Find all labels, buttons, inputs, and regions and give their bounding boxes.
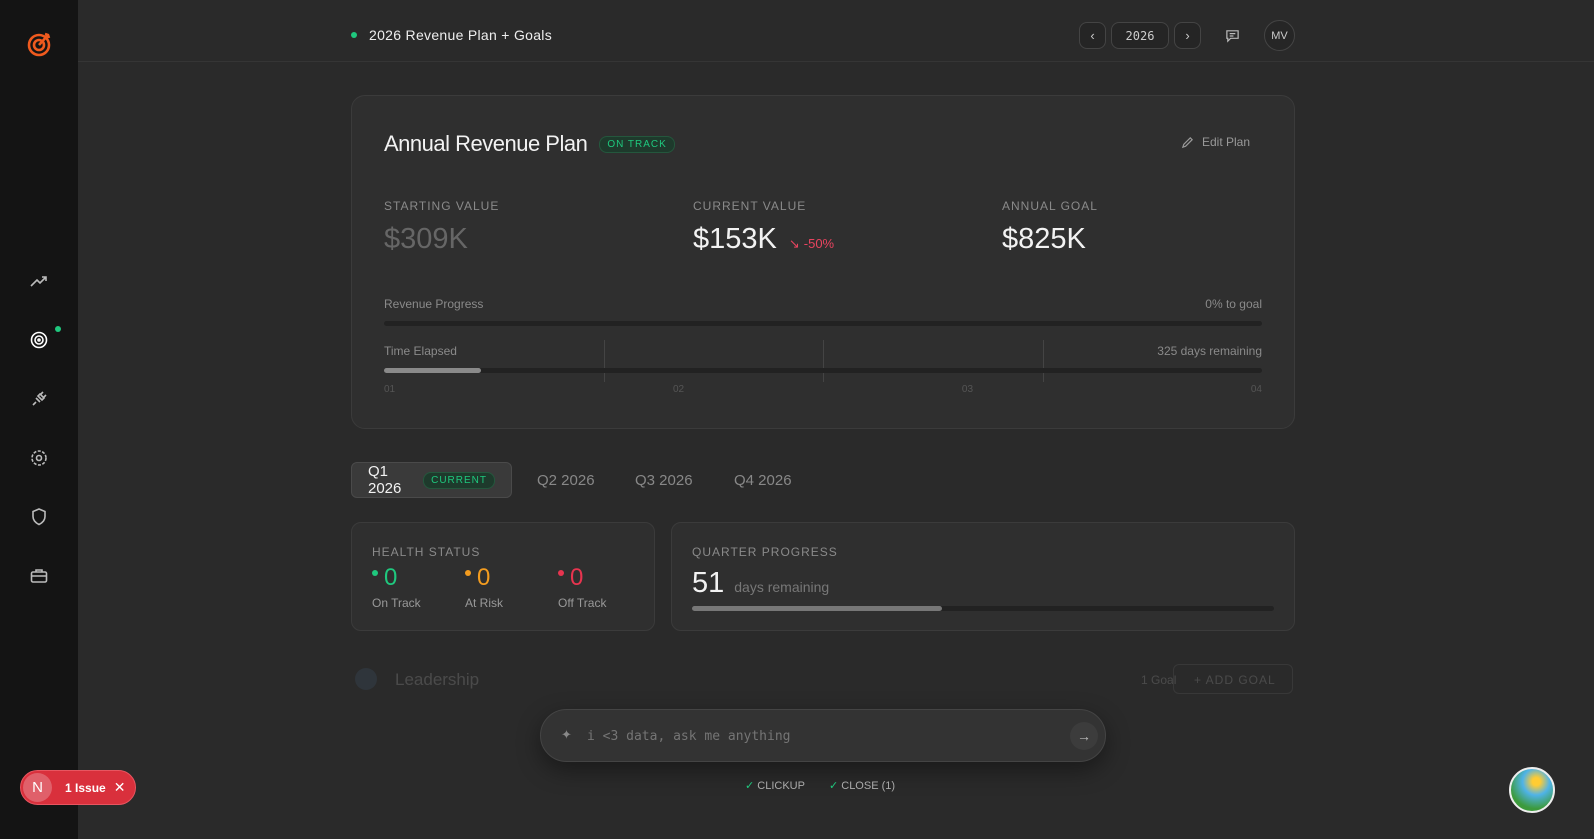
sidebar (0, 0, 78, 839)
edit-plan-label: Edit Plan (1201, 135, 1250, 149)
target-icon[interactable] (29, 330, 49, 350)
health-status-title: HEALTH STATUS (372, 545, 481, 559)
current-change: -50% (803, 236, 835, 251)
next-logo-icon: N (23, 773, 52, 802)
goal-group-leadership[interactable]: Leadership 1 Goal + ADD GOAL (351, 664, 1295, 694)
quarter-tick: 01 (384, 384, 396, 395)
time-elapsed-bar (384, 368, 1262, 373)
quarter-progress-title: QUARTER PROGRESS (692, 545, 838, 559)
tab-label: Q1 2026 (368, 463, 402, 497)
clickup-link[interactable]: ✓ CLICKUP (745, 779, 805, 792)
status-dot (351, 32, 357, 38)
quarter-tick: 03 (961, 384, 974, 395)
annual-goal-value: $825K (1002, 223, 1086, 255)
annual-goal-label: ANNUAL GOAL (1002, 199, 1098, 213)
issue-label: 1 Issue (65, 780, 106, 795)
check-icon: ✓ (828, 780, 839, 792)
chat-bar: ✦ → (540, 709, 1106, 762)
status-badge: ON TRACK (599, 135, 675, 153)
year-display[interactable]: 2026 (1111, 22, 1169, 49)
plug-icon[interactable] (29, 389, 49, 409)
annual-revenue-card: Annual Revenue Plan ON TRACK Edit Plan S… (351, 95, 1295, 429)
sparkle-icon: ✦ (561, 727, 572, 742)
check-icon: ✓ (745, 780, 755, 792)
starting-value: $309K (384, 223, 468, 255)
quarter-progress-bar (692, 606, 1274, 611)
quarter-tick: 04 (1250, 384, 1262, 395)
card-title: Annual Revenue Plan (384, 131, 588, 156)
current-value: $153K (693, 223, 777, 255)
add-goal-button[interactable]: + ADD GOAL (1173, 664, 1293, 694)
current-badge: CURRENT (423, 471, 495, 489)
active-indicator (55, 326, 61, 332)
top-header: 2026 Revenue Plan + Goals ‹ 2026 › MV (78, 0, 1594, 62)
days-remaining-text: 325 days remaining (1157, 344, 1262, 358)
quarter-tick: 02 (672, 384, 685, 395)
send-button[interactable]: → (1070, 722, 1098, 750)
avatar[interactable]: MV (1264, 20, 1295, 51)
starting-value-label: STARTING VALUE (384, 199, 500, 213)
group-count: 1 Goal (1141, 673, 1177, 687)
footer-links: ✓ CLICKUP ✓ CLOSE (1) (745, 779, 895, 792)
edit-plan-button[interactable]: Edit Plan (1181, 135, 1250, 149)
group-name: Leadership (395, 670, 480, 689)
tab-q1-2026[interactable]: Q1 2026 CURRENT (351, 462, 512, 498)
revenue-progress-bar (384, 321, 1262, 326)
current-value-label: CURRENT VALUE (693, 199, 807, 213)
trend-down-icon: ↘ (788, 236, 800, 251)
revenue-progress-label: Revenue Progress (384, 297, 484, 311)
shield-icon[interactable] (29, 507, 49, 527)
tab-q2-2026[interactable]: Q2 2026 (521, 462, 611, 498)
days-count: 51 (692, 567, 725, 599)
tab-q4-2026[interactable]: Q4 2026 (718, 462, 808, 498)
island-avatar-icon[interactable] (1509, 767, 1555, 813)
issue-badge[interactable]: N 1 Issue ✕ (20, 770, 136, 805)
time-elapsed-label: Time Elapsed (384, 344, 457, 358)
briefcase-icon[interactable] (29, 566, 49, 586)
gear-icon[interactable] (29, 448, 49, 468)
target-logo-icon[interactable] (26, 30, 54, 58)
tab-q3-2026[interactable]: Q3 2026 (619, 462, 709, 498)
health-on-track: 0 On Track (372, 564, 421, 610)
next-year-button[interactable]: › (1174, 22, 1201, 49)
health-off-track: 0 Off Track (558, 564, 607, 610)
close-icon[interactable]: ✕ (114, 779, 126, 796)
health-at-risk: 0 At Risk (465, 564, 504, 610)
prev-year-button[interactable]: ‹ (1079, 22, 1106, 49)
pencil-icon (1181, 136, 1193, 148)
trending-up-icon[interactable] (29, 271, 49, 291)
revenue-progress-text: 0% to goal (1205, 297, 1262, 311)
days-label: days remaining (734, 579, 830, 595)
page-title: 2026 Revenue Plan + Goals (369, 27, 553, 43)
chat-input[interactable] (587, 724, 1047, 748)
close-link[interactable]: ✓ CLOSE (1) (829, 779, 895, 792)
comment-icon[interactable] (1225, 28, 1240, 43)
quarter-progress-card: QUARTER PROGRESS 51 days remaining (671, 522, 1295, 631)
